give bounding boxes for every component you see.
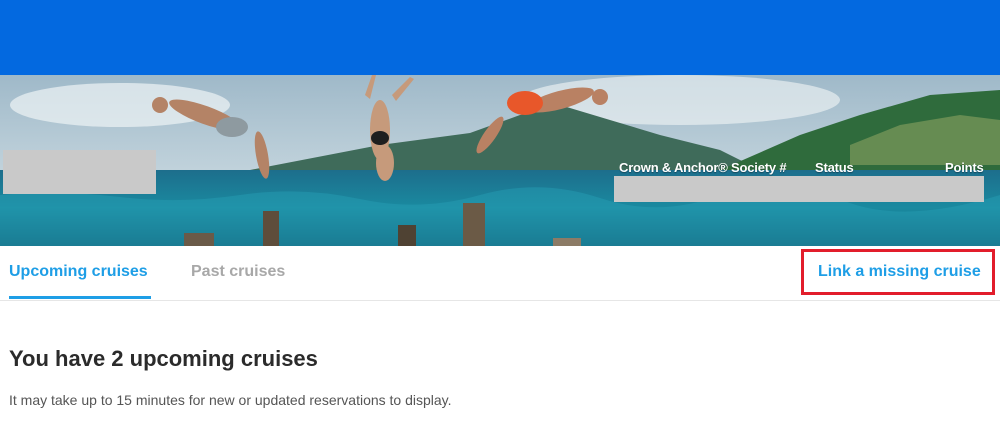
tab-upcoming-cruises[interactable]: Upcoming cruises [9, 263, 148, 281]
membership-number-label: Crown & Anchor® Society # [619, 160, 787, 175]
status-label: Status [815, 160, 854, 175]
top-navigation-bar [0, 0, 1000, 75]
page-title: You have 2 upcoming cruises [9, 346, 318, 371]
link-missing-cruise-link[interactable]: Link a missing cruise [818, 263, 981, 281]
member-details-redacted [614, 176, 984, 202]
hero-banner: Crown & Anchor® Society # Status Points [0, 75, 1000, 246]
points-label: Points [945, 160, 984, 175]
reservation-delay-note: It may take up to 15 minutes for new or … [9, 392, 452, 408]
guest-name-redacted [3, 150, 156, 194]
active-tab-indicator [9, 296, 151, 299]
tab-past-cruises[interactable]: Past cruises [191, 263, 285, 281]
